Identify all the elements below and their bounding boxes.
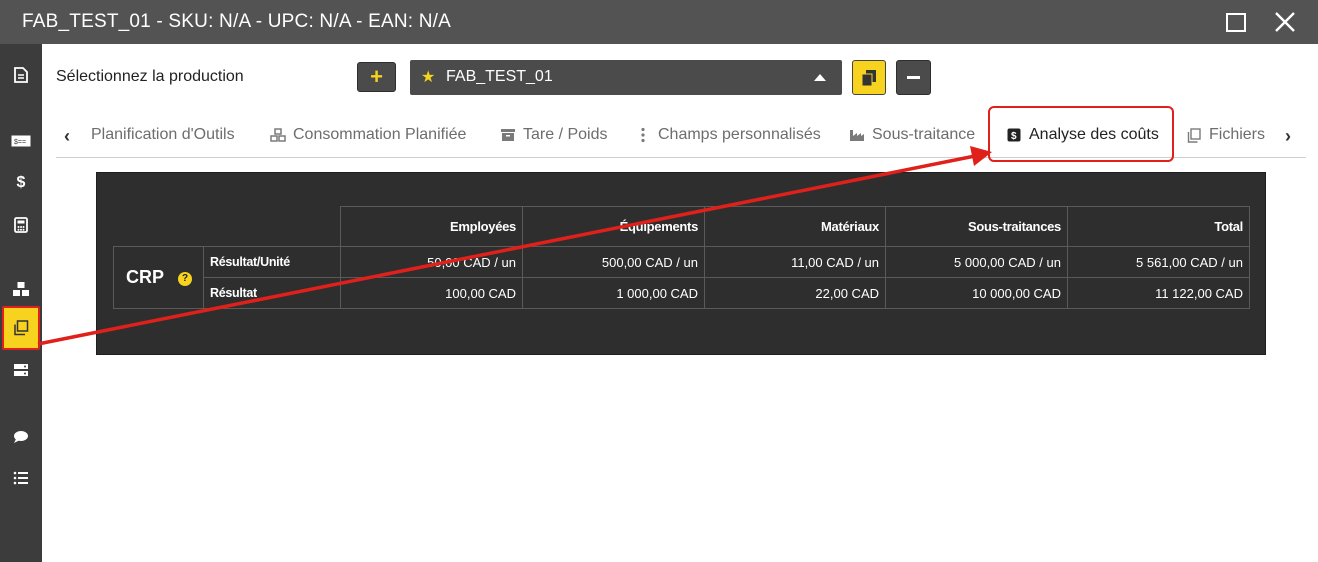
- table-cell: 5 561,00 CAD / un: [1067, 246, 1250, 278]
- star-icon: ★: [421, 69, 436, 86]
- tab-label: Consommation Planifiée: [293, 126, 467, 143]
- tab-planification-outils[interactable]: Planification d'Outils: [91, 126, 235, 144]
- document-icon[interactable]: [10, 64, 32, 86]
- calculator-icon[interactable]: [10, 214, 32, 236]
- column-header: Sous-traitances: [885, 206, 1068, 247]
- tab-label: Sous-traitance: [872, 126, 976, 143]
- server-icon[interactable]: [10, 359, 32, 381]
- cost-analysis-table: Employées Équipements Matériaux Sous-tra…: [113, 206, 1250, 309]
- row-label: Résultat/Unité: [203, 246, 341, 278]
- table-cell: 5 000,00 CAD / un: [885, 246, 1068, 278]
- tab-champs-personnalises[interactable]: Champs personnalisés: [635, 126, 821, 144]
- caret-up-icon[interactable]: [814, 74, 826, 81]
- list-icon[interactable]: [10, 467, 32, 489]
- window-title: FAB_TEST_01 - SKU: N/A - UPC: N/A - EAN:…: [22, 11, 452, 32]
- column-header: Employées: [340, 206, 523, 247]
- production-label: Sélectionnez la production: [56, 68, 244, 85]
- tab-label: Tare / Poids: [523, 126, 608, 143]
- help-icon[interactable]: ?: [178, 272, 193, 286]
- archive-icon: [500, 128, 516, 142]
- title-bar: FAB_TEST_01 - SKU: N/A - UPC: N/A - EAN:…: [0, 0, 1318, 44]
- svg-text:$==: $==: [14, 139, 26, 146]
- ticket-icon[interactable]: $==: [10, 130, 32, 152]
- close-icon[interactable]: [1272, 9, 1298, 35]
- table-cell: 1 000,00 CAD: [522, 277, 705, 309]
- crp-label: CRP: [126, 267, 165, 287]
- tab-tare-poids[interactable]: Tare / Poids: [500, 126, 607, 144]
- tab-fichiers[interactable]: Fichiers: [1186, 126, 1265, 144]
- table-row: Résultat 100,00 CAD 1 000,00 CAD 22,00 C…: [114, 277, 1250, 309]
- active-tab-annotation: [988, 106, 1174, 162]
- production-select[interactable]: ★ FAB_TEST_01: [410, 60, 842, 95]
- table-cell: 10 000,00 CAD: [885, 277, 1068, 309]
- table-cell: 11,00 CAD / un: [704, 246, 886, 278]
- tabs-scroll-right-icon[interactable]: ›: [1285, 126, 1291, 147]
- column-header: Matériaux: [704, 206, 886, 247]
- cubes-icon: [270, 128, 286, 142]
- table-row: CRP? Résultat/Unité 50,00 CAD / un 500,0…: [113, 246, 1250, 309]
- tab-sous-traitance[interactable]: Sous-traitance: [849, 126, 975, 144]
- maximize-icon[interactable]: [1226, 13, 1246, 32]
- table-cell: 100,00 CAD: [340, 277, 523, 309]
- table-cell: 500,00 CAD / un: [522, 246, 705, 278]
- copy-icon: [861, 70, 876, 87]
- copy-icon: [1186, 127, 1202, 143]
- tab-label: Champs personnalisés: [658, 126, 821, 143]
- dollar-icon[interactable]: $: [10, 172, 32, 194]
- add-production-button[interactable]: +: [357, 62, 396, 92]
- comment-icon[interactable]: [10, 426, 32, 448]
- tab-consommation-planifiee[interactable]: Consommation Planifiée: [270, 126, 466, 144]
- industry-icon: [849, 128, 865, 142]
- copy-icon[interactable]: [10, 317, 32, 339]
- remove-production-button[interactable]: [896, 60, 931, 95]
- table-cell: 22,00 CAD: [704, 277, 886, 309]
- ellipsis-vertical-icon: [635, 127, 651, 143]
- column-header: Équipements: [522, 206, 705, 247]
- tab-label: Fichiers: [1209, 126, 1266, 143]
- production-selected-value: FAB_TEST_01: [446, 68, 553, 85]
- table-header-row: Employées Équipements Matériaux Sous-tra…: [114, 206, 1250, 247]
- row-group-label: CRP?: [113, 246, 204, 309]
- table-cell: 50,00 CAD / un: [340, 246, 523, 278]
- copy-production-button[interactable]: [852, 60, 886, 95]
- table-cell: 11 122,00 CAD: [1067, 277, 1250, 309]
- sidebar: $== $: [0, 44, 42, 562]
- cubes-icon[interactable]: [10, 278, 32, 300]
- column-header: Total: [1067, 206, 1250, 247]
- row-label: Résultat: [203, 277, 341, 309]
- tab-label: Planification d'Outils: [91, 126, 235, 143]
